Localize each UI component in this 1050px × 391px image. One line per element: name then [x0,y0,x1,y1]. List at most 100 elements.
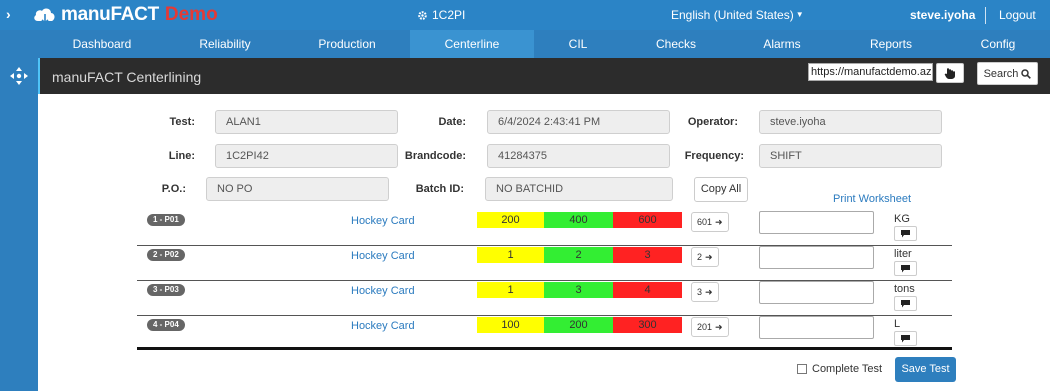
range-low: 200 [477,212,544,228]
cloud-logo-icon [34,8,55,25]
item-link[interactable]: Hockey Card [351,285,415,297]
language-label: English (United States) [671,8,794,22]
table-bottom-rule [137,347,952,350]
print-worksheet-link[interactable]: Print Worksheet [833,193,911,205]
value-input[interactable] [759,281,874,304]
plant-label: 1C2PI [432,8,466,22]
environment-label: Demo [164,4,218,25]
comment-icon [901,229,910,237]
centerline-row: 1 - P01 Hockey Card 200 400 600 601 ➜ KG [137,211,952,246]
hand-button[interactable] [936,63,964,83]
line-field[interactable]: 1C2PI42 [215,144,398,168]
range-high: 4 [613,282,682,298]
unit-label: KG [894,213,910,225]
row-badge: 3 - P03 [147,284,185,296]
centerline-row: 3 - P03 Hockey Card 1 3 4 3 ➜ tons [137,281,952,316]
operator-label: Operator: [687,116,738,128]
nav-centerline[interactable]: Centerline [410,30,534,58]
copy-value-label: 2 [697,252,703,262]
comment-icon [901,334,910,342]
item-link[interactable]: Hockey Card [351,215,415,227]
comment-button[interactable] [894,331,917,346]
centerline-row: 2 - P02 Hockey Card 1 2 3 2 ➜ liter [137,246,952,281]
arrow-right-icon: ➜ [715,216,723,227]
complete-test-checkbox[interactable]: Complete Test [797,363,882,375]
range-target: 3 [544,282,613,298]
language-dropdown[interactable]: English (United States) ▼ [671,8,804,22]
batch-id-field[interactable]: NO BATCHID [485,177,673,201]
nav-dashboard[interactable]: Dashboard [38,30,166,58]
caret-down-icon: ▼ [795,10,804,19]
left-sidebar [0,58,38,391]
range-high: 600 [613,212,682,228]
complete-test-label: Complete Test [812,363,883,375]
value-input[interactable] [759,316,874,339]
checkbox[interactable] [797,364,807,374]
comment-button[interactable] [894,261,917,276]
range-target: 200 [544,317,613,333]
copy-value-label: 601 [697,217,713,227]
move-arrows-icon[interactable] [9,66,29,86]
range-low: 1 [477,282,544,298]
centerline-row: 4 - P04 Hockey Card 100 200 300 201 ➜ L [137,316,952,351]
page-title: manuFACT Centerlining [52,69,202,85]
copy-value-button[interactable]: 201 ➜ [691,317,729,337]
nav-reports[interactable]: Reports [834,30,948,58]
range-low: 100 [477,317,544,333]
nav-reliability[interactable]: Reliability [166,30,284,58]
plant-selector[interactable]: 1C2PI [417,8,465,22]
page-title-bar: manuFACT Centerlining https://manufactde… [38,58,1050,94]
copy-value-button[interactable]: 3 ➜ [691,282,719,302]
search-button[interactable]: Search [977,62,1038,85]
item-link[interactable]: Hockey Card [351,250,415,262]
row-badge: 1 - P01 [147,214,185,226]
user-name[interactable]: steve.iyoha [910,8,975,22]
range-target: 400 [544,212,613,228]
range-low: 1 [477,247,544,263]
app-logo[interactable]: manuFACT Demo [32,4,218,26]
nav-config[interactable]: Config [948,30,1048,58]
arrow-right-icon: ➜ [705,286,713,297]
logout-link[interactable]: Logout [999,8,1036,22]
operator-field[interactable]: steve.iyoha [759,110,942,134]
chevron-right-icon[interactable]: › [6,6,11,22]
unit-label: liter [894,248,912,260]
search-icon [1021,68,1032,79]
brandcode-label: Brandcode: [404,150,466,162]
header-divider [985,7,986,24]
copy-value-label: 201 [697,322,713,332]
comment-button[interactable] [894,296,917,311]
range-high: 3 [613,247,682,263]
test-label: Test: [169,116,195,128]
date-field[interactable]: 6/4/2024 2:43:41 PM [487,110,670,134]
item-link[interactable]: Hockey Card [351,320,415,332]
copy-value-button[interactable]: 601 ➜ [691,212,729,232]
frequency-field[interactable]: SHIFT [759,144,942,168]
comment-button[interactable] [894,226,917,241]
test-field[interactable]: ALAN1 [215,110,398,134]
po-field[interactable]: NO PO [206,177,389,201]
line-label: Line: [168,150,195,162]
comment-icon [901,299,910,307]
po-label: P.O.: [161,183,186,195]
arrow-right-icon: ➜ [705,251,713,262]
date-label: Date: [438,116,466,128]
row-badge: 4 - P04 [147,319,185,331]
search-label: Search [983,67,1019,80]
nav-alarms[interactable]: Alarms [730,30,834,58]
frequency-label: Frequency: [684,150,744,162]
copy-all-button[interactable]: Copy All [694,177,748,202]
brandcode-field[interactable]: 41284375 [487,144,670,168]
nav-production[interactable]: Production [284,30,410,58]
nav-cil[interactable]: CIL [534,30,622,58]
unit-label: L [894,318,901,330]
comment-icon [901,264,910,272]
value-input[interactable] [759,211,874,234]
brand-name: manuFACT [61,4,159,25]
nav-checks[interactable]: Checks [622,30,730,58]
main-nav: Dashboard Reliability Production Centerl… [0,30,1050,58]
url-input[interactable]: https://manufactdemo.azure [808,63,933,81]
save-test-button[interactable]: Save Test [895,357,956,382]
copy-value-button[interactable]: 2 ➜ [691,247,719,267]
value-input[interactable] [759,246,874,269]
